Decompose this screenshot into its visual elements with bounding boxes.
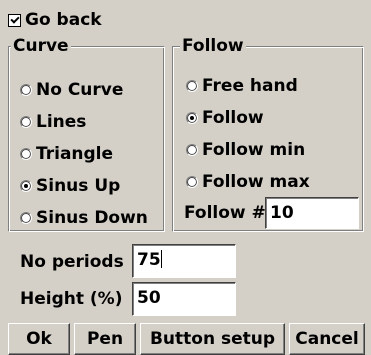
follow-option-follow-max[interactable]: Follow max <box>186 166 364 198</box>
follow-option-label: Follow min <box>202 140 306 160</box>
follow-options: Free hand Follow Follow min Follow max <box>186 70 364 198</box>
follow-option-label: Follow <box>202 108 264 128</box>
button-setup-button[interactable]: Button setup <box>140 323 285 355</box>
follow-number-label: Follow # <box>184 203 266 223</box>
follow-option-follow[interactable]: Follow <box>186 102 364 134</box>
cancel-button[interactable]: Cancel <box>289 323 365 355</box>
selected-dot-icon <box>24 184 28 188</box>
curve-options: No Curve Lines Triangle Sinus Up Sinus D… <box>20 74 165 234</box>
radio-button[interactable] <box>186 112 198 124</box>
curve-option-label: No Curve <box>36 80 124 100</box>
curve-option-label: Lines <box>36 112 87 132</box>
curve-option-triangle[interactable]: Triangle <box>20 138 165 170</box>
follow-option-label: Follow max <box>202 172 310 192</box>
radio-button[interactable] <box>20 148 32 160</box>
curve-option-label: Sinus Up <box>36 176 121 196</box>
curve-option-label: Sinus Down <box>36 208 148 228</box>
curve-option-no-curve[interactable]: No Curve <box>20 74 165 106</box>
follow-group-title: Follow <box>180 36 246 56</box>
curve-option-label: Triangle <box>36 144 114 164</box>
text-cursor <box>160 250 162 268</box>
radio-button[interactable] <box>20 180 32 192</box>
periods-value: 75 <box>137 250 161 270</box>
follow-number-input[interactable]: 10 <box>265 197 359 229</box>
radio-button[interactable] <box>186 80 198 92</box>
go-back-checkbox[interactable] <box>8 13 21 27</box>
follow-option-label: Free hand <box>202 76 298 96</box>
curve-option-sinus-up[interactable]: Sinus Up <box>20 170 165 202</box>
curve-group-title: Curve <box>11 36 71 56</box>
go-back-label: Go back <box>25 10 102 30</box>
radio-button[interactable] <box>20 116 32 128</box>
radio-button[interactable] <box>20 84 32 96</box>
periods-label: No periods <box>20 252 124 272</box>
curve-option-lines[interactable]: Lines <box>20 106 165 138</box>
follow-option-free-hand[interactable]: Free hand <box>186 70 364 102</box>
radio-button[interactable] <box>186 144 198 156</box>
curve-option-sinus-down[interactable]: Sinus Down <box>20 202 165 234</box>
radio-button[interactable] <box>20 212 32 224</box>
periods-input[interactable]: 75 <box>132 244 236 278</box>
selected-dot-icon <box>190 116 194 120</box>
height-input[interactable]: 50 <box>132 282 236 316</box>
follow-option-follow-min[interactable]: Follow min <box>186 134 364 166</box>
check-mark-icon <box>9 13 20 24</box>
go-back-checkbox-row[interactable]: Go back <box>8 10 102 30</box>
pen-button[interactable]: Pen <box>74 323 136 355</box>
ok-button[interactable]: Ok <box>8 323 70 355</box>
height-label: Height (%) <box>20 289 123 309</box>
radio-button[interactable] <box>186 176 198 188</box>
